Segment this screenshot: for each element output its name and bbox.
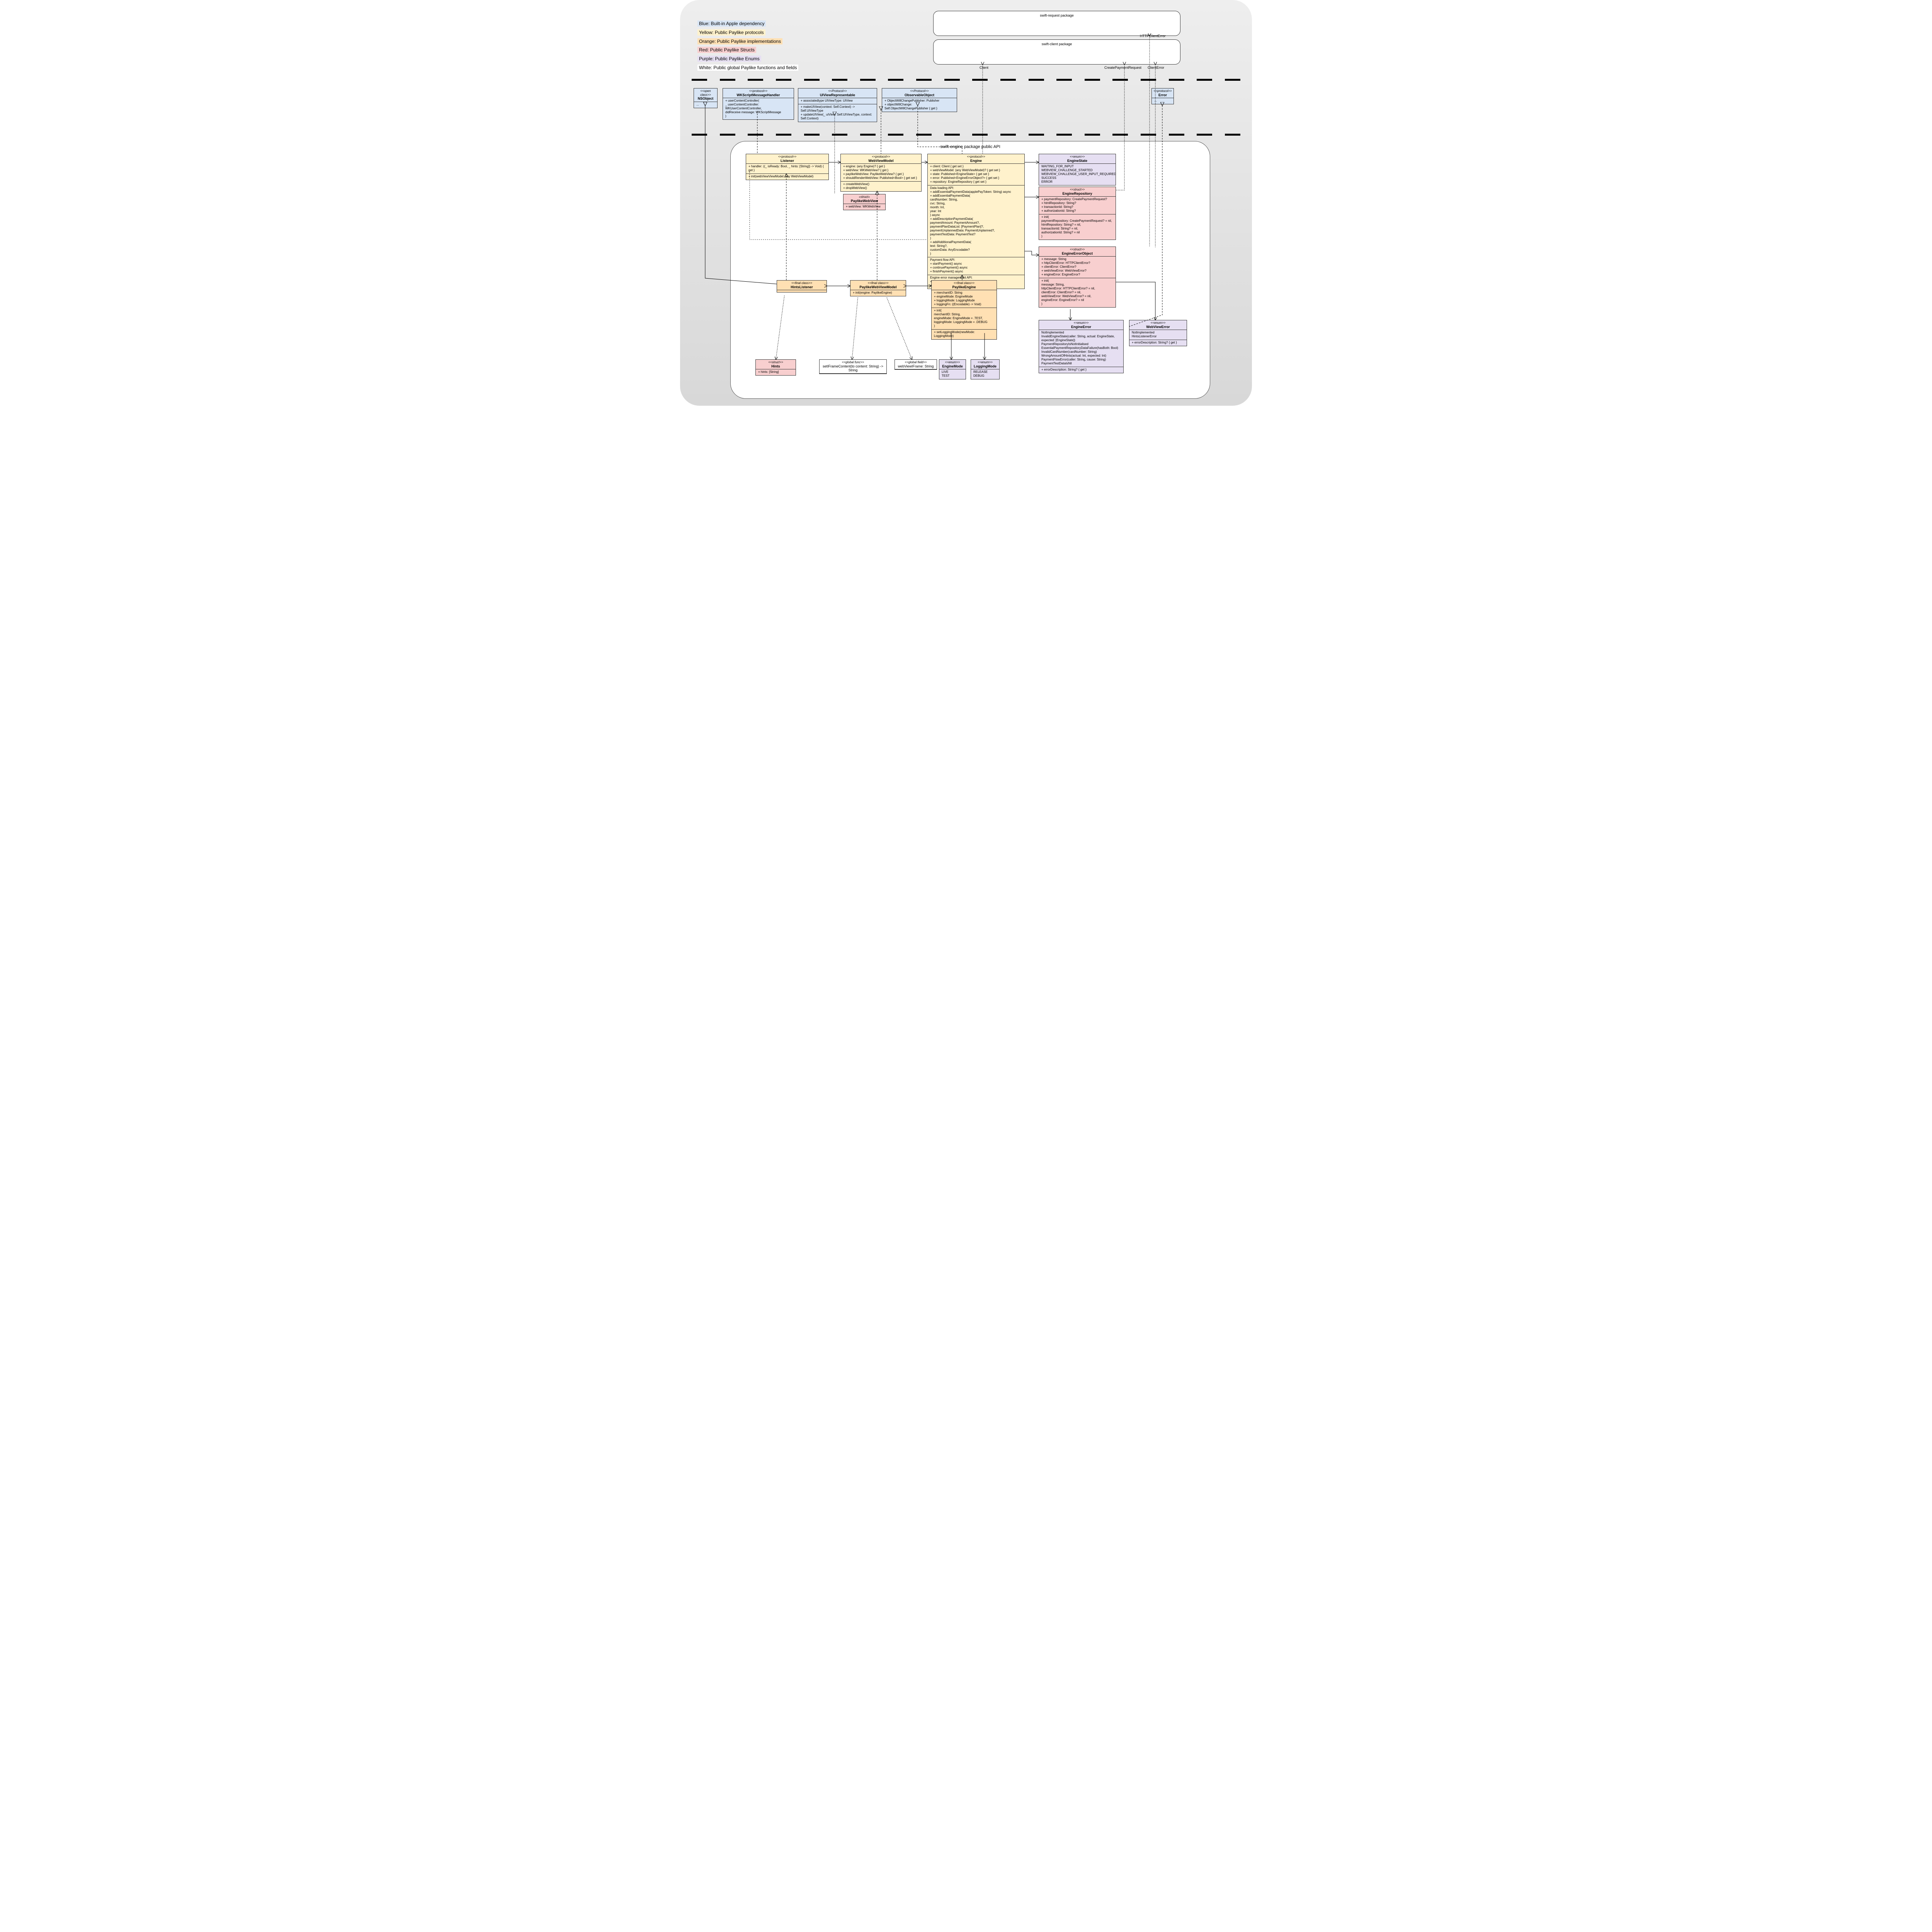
dash-band-1 — [680, 79, 1252, 81]
engine-box: <<protocol>>Engine + client: Client { ge… — [927, 154, 1025, 289]
engineerror-box: <<enum>>EngineError NotImplemented Inval… — [1039, 320, 1124, 373]
webviewerror-box: <<enum>>WebViewError NotImplemented Hint… — [1129, 320, 1187, 346]
swift-client-package-box: swift-client package — [933, 39, 1180, 65]
hints-box: <<struct>>Hints + hints: [String] — [755, 359, 796, 376]
paylikewebviewmodel-box: <<final class>>PaylikeWebViewModel + ini… — [850, 280, 906, 296]
enginestate-box: <<enum>>EngineState WAITING_FOR_INPUT WE… — [1039, 154, 1116, 185]
swift-engine-package-label: swift-engine package public API — [731, 145, 1210, 149]
error-box: <<protocol>>Error ... — [1151, 88, 1174, 104]
uiviewrepresentable-box: <<Protocol>>UIViewRepresentable + associ… — [798, 88, 877, 122]
webviewmodel-box: <<protocol>>WebViewModel + engine: (any … — [840, 154, 922, 192]
swift-request-package-box: swift-request package — [933, 11, 1180, 36]
nsobject-box: <<open class>>NSObject ... — [694, 88, 718, 108]
swift-request-label: swift-request package — [1040, 14, 1074, 17]
paylikeengine-box: <<final class>>PaylikeEngine + merchantI… — [931, 280, 997, 340]
engineerrorobject-box: <<struct>>EngineErrorObject + message: S… — [1039, 247, 1116, 308]
legend-blue: Blue: Built-in Apple dependency — [697, 20, 766, 27]
loggingmode-box: <<enum>>LoggingMode RELEASE DEBUG — [971, 359, 1000, 379]
wkscriptmessagehandler-box: <<protocol>>WKScriptMessageHandler + use… — [723, 88, 794, 120]
legend-orange: Orange: Public Paylike implementations — [697, 38, 782, 44]
clienterror-label: ClientError — [1148, 66, 1164, 70]
legend-purple: Purple: Public Paylike Enums — [697, 56, 761, 62]
hintslistener-box: <<final class>>HintsListener — [777, 280, 827, 293]
httpclienterror-label: HTTPClientError — [1140, 34, 1166, 38]
legend-white: White: Public global Paylike functions a… — [697, 65, 798, 71]
swift-client-label: swift-client package — [1042, 42, 1072, 46]
observableobject-box: <<Protocol>>ObservableObject + ObjectWil… — [882, 88, 957, 112]
paylikewebview-box: «struct»PaylikeWebView + webView: WKWebV… — [843, 194, 886, 210]
dash-band-2 — [680, 134, 1252, 136]
legend-red: Red: Public Paylike Structs — [697, 47, 756, 53]
createpaymentrequest-label: CreatePaymentRequest — [1104, 66, 1141, 70]
client-label: Client — [980, 66, 988, 70]
listener-box: <<protocol>>Listener + handler: ((_ isRe… — [746, 154, 829, 180]
setiframecontent-box: <<global func>>setIFrameContent(to conte… — [819, 359, 887, 374]
legend-yellow: Yellow: Public Paylike protocols — [697, 29, 765, 36]
webviewiframe-box: <<global field>>webViewIFrame: String — [895, 359, 937, 370]
enginemode-box: <<enum>>EngineMode LIVE TEST — [939, 359, 966, 379]
enginerepository-box: <<struct>>EngineRepository + paymentRepo… — [1039, 187, 1116, 240]
legend: Blue: Built-in Apple dependency Yellow: … — [697, 19, 798, 72]
